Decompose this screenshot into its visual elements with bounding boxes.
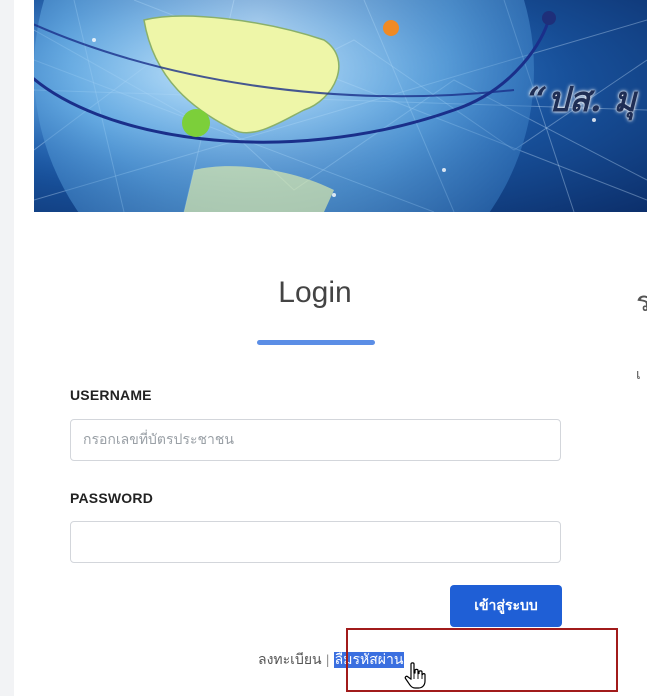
- hand-pointer-icon: [404, 662, 426, 694]
- password-input[interactable]: [70, 521, 561, 563]
- username-input[interactable]: [70, 419, 561, 461]
- login-heading: Login: [278, 276, 352, 309]
- register-link[interactable]: ลงทะเบียน: [258, 652, 322, 668]
- right-column-text: เ: [636, 367, 641, 383]
- header-banner: “ปส. มุ: [34, 0, 647, 212]
- username-label: USERNAME: [70, 387, 152, 403]
- password-label: PASSWORD: [70, 490, 154, 506]
- login-submit-button[interactable]: เข้าสู่ระบบ: [450, 585, 562, 627]
- links-separator: |: [325, 653, 330, 667]
- annotation-highlight-box: [346, 628, 618, 692]
- banner-title: “ปส. มุ: [528, 80, 636, 120]
- page-left-edge: [0, 0, 14, 696]
- login-heading-underline: [257, 340, 375, 345]
- right-column-heading: ร: [636, 286, 647, 317]
